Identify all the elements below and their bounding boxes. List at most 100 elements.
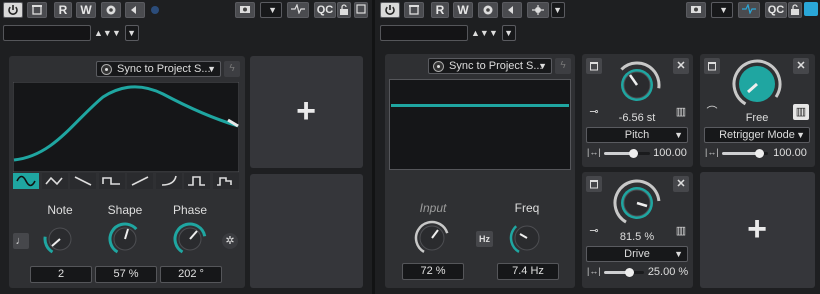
slider-thumb[interactable] [629,149,638,158]
routing-button[interactable] [527,2,549,18]
shape-knob[interactable] [108,222,142,256]
chevron-down-icon: ▼ [553,5,562,15]
bypass-button[interactable] [27,2,47,18]
lightning-icon[interactable]: ϟ [224,61,240,77]
module-envelope-button[interactable]: ⌒ [704,104,720,120]
write-button[interactable]: W [453,2,473,18]
module-close-button[interactable]: ✕ [793,58,809,74]
shape-button-square[interactable] [98,173,125,189]
power-button[interactable] [380,2,400,18]
back-button[interactable] [502,2,522,18]
drive-amount-slider[interactable] [604,268,644,277]
next-preset-button[interactable]: ▼ [112,28,121,38]
pitch-knob[interactable] [612,60,662,110]
input-value[interactable]: 72 % [402,263,464,280]
note-knob[interactable] [43,222,77,256]
shape-button-log[interactable] [155,173,182,189]
module-close-button[interactable]: ✕ [673,58,689,74]
drive-amount-value[interactable]: 25.00 % [645,266,691,278]
note-value[interactable]: 2 [30,266,92,283]
retrigger-mode-label: Retrigger Mode [719,129,795,141]
retrigger-amount-value[interactable]: 100.00 [770,147,810,159]
chevron-down-icon: ▼ [674,249,683,259]
shape-button-step[interactable] [212,173,239,189]
phase-mode-button[interactable]: ✲ [222,233,238,249]
drive-knob[interactable] [612,178,662,228]
freq-value[interactable]: 7.4 Hz [497,263,559,280]
power-icon [8,5,18,15]
bypass-icon [708,62,716,71]
pitch-target-dropdown[interactable]: Pitch ▼ [586,127,688,143]
qc-button[interactable]: QC [765,2,787,18]
preset-name-field[interactable] [3,25,91,41]
shape-button-ramp-up[interactable] [127,173,153,189]
shape-button-triangle[interactable] [41,173,68,189]
back-button[interactable] [125,2,145,18]
note-mode-button[interactable]: ♩ [13,233,29,249]
retrigger-knob[interactable] [731,58,783,110]
retrigger-amount-slider[interactable] [722,149,768,158]
add-module-slot[interactable]: + [250,56,363,168]
waveform-icon [742,4,756,14]
module-bypass-button[interactable] [586,176,602,192]
lock-button[interactable] [788,2,802,18]
snapshot-button[interactable] [686,2,706,18]
record-button[interactable] [478,2,498,18]
preset-options-menu[interactable]: ▼ [502,25,516,41]
prev-preset-button[interactable]: ▲▼ [471,28,489,38]
shape-button-sine[interactable] [13,173,39,189]
read-button[interactable]: R [54,2,72,18]
hz-toggle-button[interactable]: Hz [476,231,493,247]
pitch-amount-value[interactable]: 100.00 [650,147,690,159]
preset-options-menu[interactable]: ▼ [125,25,139,41]
shape-value[interactable]: 57 % [95,266,157,283]
qc-button[interactable]: QC [314,2,336,18]
add-icon: + [296,92,316,130]
bypass-button[interactable] [404,2,424,18]
activity-button[interactable] [738,2,760,18]
slider-thumb[interactable] [755,149,764,158]
step-wave-icon [216,177,232,186]
follower-sync-dropdown[interactable]: Sync to Project S... ▼ [428,58,552,74]
window-button[interactable] [354,2,368,18]
prev-preset-button[interactable]: ▲▼ [94,28,112,38]
module-link-button[interactable]: ⊸ [586,223,602,239]
module-keyboard-button[interactable]: ▥ [673,104,689,120]
lightning-icon[interactable]: ϟ [555,58,571,74]
retrigger-mode-dropdown[interactable]: Retrigger Mode ▼ [704,127,810,143]
module-keyboard-button[interactable]: ▥ [793,104,809,120]
module-close-button[interactable]: ✕ [673,176,689,192]
phase-value[interactable]: 202 ° [160,266,222,283]
record-button[interactable] [101,2,121,18]
preset-menu[interactable]: ▼ [260,2,282,18]
module-bypass-button[interactable] [704,58,720,74]
routing-menu[interactable]: ▼ [551,2,565,18]
power-button[interactable] [3,2,23,18]
shape-button-ramp-down[interactable] [70,173,96,189]
slider-thumb[interactable] [625,268,634,277]
shape-button-pulse[interactable] [184,173,210,189]
module-bypass-button[interactable] [586,58,602,74]
freq-knob[interactable] [509,220,545,256]
window-accent-button[interactable] [804,2,818,16]
read-button[interactable]: R [431,2,449,18]
preset-name-field[interactable] [380,25,468,41]
lfo-sync-dropdown[interactable]: Sync to Project S... ▼ [96,61,221,77]
phase-knob[interactable] [173,222,207,256]
next-preset-button[interactable]: ▼ [489,28,498,38]
activity-button[interactable] [287,2,309,18]
write-button[interactable]: W [76,2,96,18]
pitch-amount-slider[interactable] [604,149,650,158]
module-link-button[interactable]: ⊸ [586,104,602,120]
module-keyboard-button[interactable]: ▥ [673,223,689,239]
record-icon [483,5,493,15]
add-module-slot[interactable]: + [700,172,815,288]
input-knob[interactable] [414,220,450,256]
keyboard-icon: ▥ [675,225,687,237]
lock-button[interactable] [337,2,351,18]
drive-target-dropdown[interactable]: Drive ▼ [586,246,688,262]
snapshot-button[interactable] [235,2,255,18]
add-icon: + [747,210,767,248]
arrow-left-icon [508,6,513,14]
preset-menu[interactable]: ▼ [711,2,733,18]
